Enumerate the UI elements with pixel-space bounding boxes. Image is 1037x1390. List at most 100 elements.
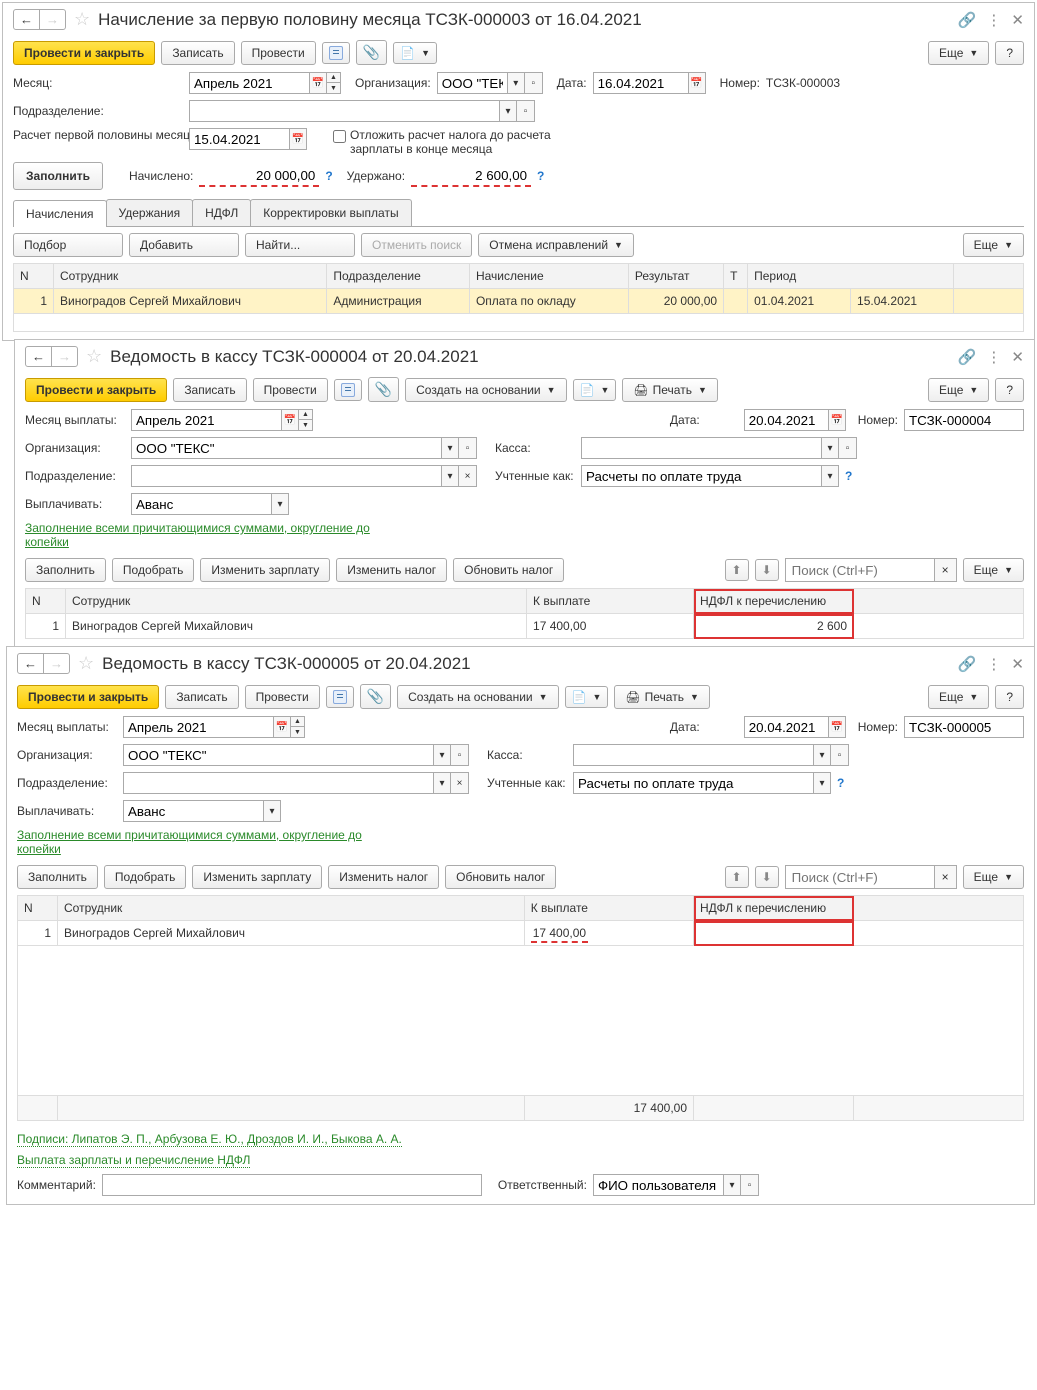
esche-button[interactable]: Еще▼ [963,865,1024,889]
nachisleniya-table[interactable]: N Сотрудник Подразделение Начисление Рез… [13,263,1024,332]
down-icon[interactable]: ⬇ [755,559,779,581]
raschet-date-input[interactable]: 📅 [189,128,307,150]
vedomost-table[interactable]: N Сотрудник К выплате НДФЛ к перечислени… [17,895,1024,1121]
spin-up-icon[interactable]: ▲ [327,72,341,83]
naiti-button[interactable]: Найти... [245,233,355,257]
provesti-button[interactable]: Провести [241,41,316,65]
number-input[interactable] [904,409,1024,431]
provesti-zakryt-button[interactable]: Провести и закрыть [17,685,159,709]
calendar-icon[interactable]: 📅 [828,409,846,431]
date-input[interactable]: 📅 [593,72,706,94]
zapolnit-button[interactable]: Заполнить [13,162,103,190]
link-icon[interactable]: 🔗 [958,348,977,366]
esche-button[interactable]: Еще▼ [928,378,989,402]
kebab-icon[interactable]: ⋮ [986,348,1001,366]
sozdat-button[interactable]: Создать на основании▼ [405,378,566,402]
doc-icon[interactable] [326,686,354,708]
tab-nachisleniya[interactable]: Начисления [13,200,107,227]
attach-icon[interactable]: 📎 [368,377,399,402]
clear-icon[interactable]: × [935,558,957,582]
otvetstvennyj-input[interactable]: ▾▫ [593,1174,759,1196]
open-icon[interactable]: ▫ [525,72,543,94]
vedomost-table[interactable]: N Сотрудник К выплате НДФЛ к перечислени… [25,588,1024,639]
vyplata-link[interactable]: Выплата зарплаты и перечисление НДФЛ [17,1153,250,1168]
close-icon[interactable]: ✕ [1011,655,1024,673]
doc-icon[interactable] [334,379,362,401]
calendar-icon[interactable]: 📅 [688,72,706,94]
more-actions-button[interactable]: 📄▼ [565,686,609,708]
izmenit-zarplatu-button[interactable]: Изменить зарплату [192,865,322,889]
zapolnit-button[interactable]: Заполнить [25,558,106,582]
help-button[interactable]: ? [995,378,1024,402]
zapolnenie-link[interactable]: Заполнение всеми причитающимися суммами,… [17,828,407,856]
search-input[interactable]: × [785,558,957,582]
nav-buttons[interactable]: ←→ [13,9,66,30]
tab-korrektirovki[interactable]: Корректировки выплаты [250,199,411,226]
month-input[interactable]: 📅▲▼ [123,716,305,738]
help-button[interactable]: ? [995,41,1024,65]
calendar-icon[interactable]: 📅 [273,716,291,738]
forward-icon[interactable]: → [44,654,69,673]
podobrat-button[interactable]: Подобрать [112,558,194,582]
zapisat-button[interactable]: Записать [165,685,238,709]
star-icon[interactable]: ☆ [86,346,102,367]
vyplachivat-input[interactable]: ▾ [123,800,281,822]
kommentariy-input[interactable] [102,1174,482,1196]
help-icon[interactable]: ? [537,169,544,183]
down-icon[interactable]: ⬇ [755,866,779,888]
pechat-button[interactable]: 🖨 Печать▼ [622,378,717,402]
zapisat-button[interactable]: Записать [173,378,246,402]
esche-button[interactable]: Еще▼ [928,41,989,65]
help-icon[interactable]: ? [325,169,332,183]
help-icon[interactable]: ? [845,469,852,483]
open-icon[interactable]: ▫ [517,100,535,122]
kassa-input[interactable]: ▾▫ [573,744,849,766]
close-icon[interactable]: ✕ [1011,348,1024,366]
calendar-icon[interactable]: 📅 [309,72,327,94]
back-icon[interactable]: ← [26,347,52,366]
provesti-zakryt-button[interactable]: Провести и закрыть [25,378,167,402]
uchtennye-input[interactable]: ▾ [581,465,839,487]
table-row[interactable]: 1 Виноградов Сергей Михайлович Администр… [14,289,1024,314]
org-input[interactable]: ▾ ▫ [437,72,543,94]
zapolnit-button[interactable]: Заполнить [17,865,98,889]
org-input[interactable]: ▾▫ [123,744,469,766]
dobavit-button[interactable]: Добавить [129,233,239,257]
calendar-icon[interactable]: 📅 [281,409,299,431]
doc-icon[interactable] [322,42,350,64]
org-input[interactable]: ▾▫ [131,437,477,459]
dropdown-icon[interactable]: ▾ [499,100,517,122]
vyplachivat-input[interactable]: ▾ [131,493,289,515]
podrazdelenie-input[interactable]: ▾ ▫ [189,100,535,122]
kassa-input[interactable]: ▾▫ [581,437,857,459]
esche-button[interactable]: Еще▼ [963,558,1024,582]
podbor-button[interactable]: Подбор [13,233,123,257]
tab-uderzhaniya[interactable]: Удержания [106,199,194,226]
esche-button[interactable]: Еще▼ [963,233,1024,257]
calendar-icon[interactable]: 📅 [289,128,307,150]
more-actions-button[interactable]: 📄▼ [393,42,437,64]
clear-icon[interactable]: × [935,865,957,889]
provesti-button[interactable]: Провести [253,378,328,402]
forward-icon[interactable]: → [40,10,65,29]
help-icon[interactable]: ? [837,776,844,790]
otmena-ispravleni-button[interactable]: Отмена исправлений▼ [478,233,634,257]
otlozhit-checkbox[interactable]: Отложить расчет налога до расчета зарпла… [333,128,573,156]
close-icon[interactable]: ✕ [1011,11,1024,29]
obnovit-nalog-button[interactable]: Обновить налог [453,558,564,582]
tab-ndfl[interactable]: НДФЛ [192,199,251,226]
provesti-zakryt-button[interactable]: Провести и закрыть [13,41,155,65]
podrazdelenie-input[interactable]: ▾× [123,772,469,794]
obnovit-nalog-button[interactable]: Обновить налог [445,865,556,889]
spin-down-icon[interactable]: ▼ [327,83,341,94]
otmenit-poisk-button[interactable]: Отменить поиск [361,233,472,257]
uderzhano-value[interactable] [411,166,531,187]
number-input[interactable] [904,716,1024,738]
table-row[interactable]: 1 Виноградов Сергей Михайлович 17 400,00 [18,921,1024,946]
podobrat-button[interactable]: Подобрать [104,865,186,889]
dropdown-icon[interactable]: ▾ [507,72,525,94]
up-icon[interactable]: ⬆ [725,866,749,888]
star-icon[interactable]: ☆ [74,9,90,30]
zapolnenie-link[interactable]: Заполнение всеми причитающимися суммами,… [25,521,415,549]
esche-button[interactable]: Еще▼ [928,685,989,709]
